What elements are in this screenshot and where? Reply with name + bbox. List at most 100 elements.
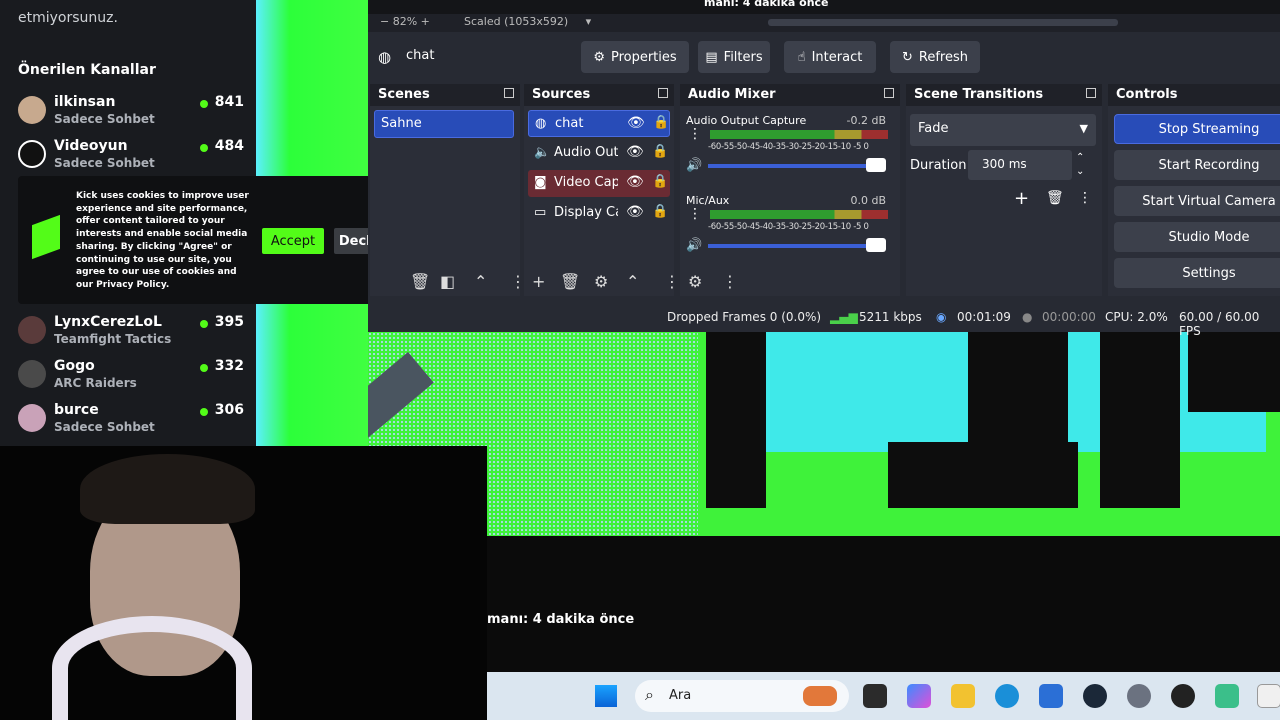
more-icon[interactable]: ⋮ [688,207,702,221]
transition-select[interactable]: Fade ▼ [910,114,1096,146]
more-icon[interactable]: ⋮ [688,127,702,141]
channel-item-ilkinsan[interactable]: ilkinsan Sadece Sohbet 841 [18,94,244,134]
eye-icon[interactable]: 👁 [626,144,644,160]
settings-button[interactable]: Settings [1114,258,1280,288]
controls-dock: Controls Stop Streaming Start Recording … [1108,84,1280,296]
search-icon: ⌕ [645,685,654,704]
channel-item-burce[interactable]: burce Sadece Sohbet 306 [18,402,244,442]
avatar [18,140,46,168]
webcam-overlay [0,446,487,720]
mixer-channel-audio-output: Audio Output Capture -0.2 dB ⋮ -60-55-50… [686,114,888,173]
source-item-display-cap[interactable]: ▭ Display Ca 👁 🔒 [528,200,670,227]
source-item-chat[interactable]: ◍ chat 👁 🔒 [528,110,670,137]
windows-start-icon[interactable] [595,685,617,707]
chevron-up-icon[interactable]: ⌃ [474,272,487,291]
trash-icon[interactable]: 🗑 [410,272,430,291]
source-item-audio-out[interactable]: 🔈 Audio Out 👁 🔒 [528,140,670,167]
widgets-icon[interactable] [803,686,837,706]
edge-icon[interactable] [995,684,1019,708]
lock-icon[interactable]: 🔒 [652,204,668,219]
taskbar-search[interactable]: ⌕ Ara [635,680,849,712]
gear-icon[interactable]: ⚙ [594,272,608,291]
spin-down-icon[interactable]: ⌄ [1076,166,1084,177]
fps: 60.00 / 60.00 FPS [1179,310,1260,338]
lock-icon[interactable]: 🔒 [652,174,668,189]
filter-icon[interactable]: ◧ [440,272,455,291]
volume-slider[interactable] [708,244,878,248]
app-icon[interactable] [1215,684,1239,708]
eye-icon[interactable]: 👁 [626,204,644,220]
cookie-banner: Kick uses cookies to improve user experi… [18,176,412,304]
volume-slider[interactable] [708,164,878,168]
gear-icon[interactable]: ⚙ [688,272,702,291]
gear-icon: ⚙ [593,49,605,65]
stop-streaming-button[interactable]: Stop Streaming [1114,114,1280,144]
obs-icon[interactable] [1171,684,1195,708]
eye-icon[interactable]: 👁 [627,115,645,131]
undock-icon[interactable] [658,88,668,98]
avatar [18,360,46,388]
channel-item-videoyun[interactable]: Videoyun Sadece Sohbet 484 [18,138,244,178]
properties-button[interactable]: ⚙ Properties [581,41,689,73]
trash-icon[interactable]: 🗑 [560,272,580,291]
copilot-icon[interactable] [907,684,931,708]
volume-icon[interactable]: 🔊 [686,158,702,173]
scale-bar: − 82% + Scaled (1053x592) ▾ [368,14,1280,32]
dock-title: Controls [1116,87,1178,102]
interact-button[interactable]: ☝ Interact [784,41,876,73]
eye-icon[interactable]: 👁 [626,174,644,190]
store-icon[interactable] [1039,684,1063,708]
volume-icon[interactable]: 🔊 [686,238,702,253]
volume-slider-handle[interactable] [866,158,886,172]
undock-icon[interactable] [884,88,894,98]
app-icon[interactable] [1257,684,1280,708]
file-explorer-icon[interactable] [951,684,975,708]
undock-icon[interactable] [504,88,514,98]
duration-input[interactable]: 300 ms [968,150,1072,180]
chevron-down-icon: ▼ [1079,122,1088,135]
add-icon[interactable]: + [532,272,545,291]
trash-icon[interactable]: 🗑 [1046,190,1064,206]
obs-preview-strip: manı: 4 dakika önce [368,0,1280,14]
horizontal-scrollbar[interactable] [768,19,1118,26]
scene-item-sahne[interactable]: Sahne [374,110,514,138]
chevron-up-icon[interactable]: ⌃ [626,272,639,291]
settings-icon[interactable] [1127,684,1151,708]
viewer-count: 306 [214,402,244,418]
start-virtual-camera-button[interactable]: Start Virtual Camera [1114,186,1280,216]
channel-item-lynxcerezlol[interactable]: LynxCerezLoL Teamfight Tactics 395 [18,314,244,354]
recommended-channels-title: Önerilen Kanallar [18,62,156,78]
lock-icon[interactable]: 🔒 [652,144,668,159]
task-view-icon[interactable] [863,684,887,708]
refresh-button[interactable]: ↻ Refresh [890,41,980,73]
live-dot-icon [200,364,208,372]
live-dot-icon [200,100,208,108]
more-icon[interactable]: ⋮ [1078,190,1092,206]
kick-logo-icon [32,214,60,260]
source-item-video-cap[interactable]: ◙ Video Cap 👁 🔒 [528,170,670,197]
globe-icon: ◍ [535,116,547,131]
dock-title: Audio Mixer [688,87,776,102]
preview-graphic [1100,332,1180,508]
lock-icon[interactable]: 🔒 [653,115,669,130]
stream-preview-main [368,332,1280,536]
spin-up-icon[interactable]: ⌃ [1076,152,1084,163]
scale-select[interactable]: Scaled (1053x592) ▾ [464,15,591,28]
zoom-in-icon[interactable]: + [421,15,430,28]
more-icon[interactable]: ⋮ [722,272,738,291]
zoom-level: 82% [392,15,418,28]
accept-button[interactable]: Accept [262,228,324,254]
channel-item-gogo[interactable]: Gogo ARC Raiders 332 [18,358,244,398]
volume-slider-handle[interactable] [866,238,886,252]
more-icon[interactable]: ⋮ [664,272,680,291]
volume-meter [710,210,888,219]
add-icon[interactable]: + [1014,188,1029,209]
preview-text: manı: 4 dakika önce [704,0,829,9]
webcam-hair [80,454,255,524]
steam-icon[interactable] [1083,684,1107,708]
undock-icon[interactable] [1086,88,1096,98]
start-recording-button[interactable]: Start Recording [1114,150,1280,180]
preview-graphic [706,332,766,508]
studio-mode-button[interactable]: Studio Mode [1114,222,1280,252]
filters-button[interactable]: ▤ Filters [698,41,770,73]
